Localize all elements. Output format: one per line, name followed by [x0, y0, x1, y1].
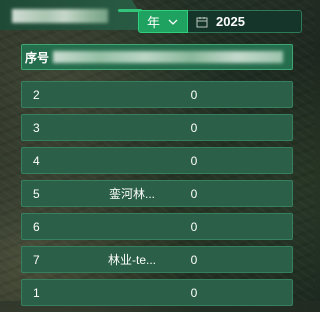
calendar-icon — [196, 16, 208, 27]
row-value: 0 — [190, 285, 198, 300]
table-body: 2 0 3 0 4 0 5 銮河林... 0 6 0 7 林业-te... 0 … — [21, 81, 293, 312]
header-columns-obscured — [53, 51, 284, 63]
row-value: 0 — [190, 186, 198, 201]
row-index: 2 — [33, 87, 40, 102]
chevron-down-icon — [168, 19, 178, 25]
year-value: 2025 — [216, 14, 245, 29]
row-name: 林业-te... — [107, 253, 156, 267]
table-row[interactable]: 1 0 — [21, 279, 293, 306]
panel-title-obscured — [12, 9, 108, 23]
table-row[interactable]: 7 林业-te... 0 — [21, 246, 293, 273]
table-row[interactable]: 5 銮河林... 0 — [21, 180, 293, 207]
period-select[interactable]: 年 — [138, 10, 188, 33]
header-index-label: 序号 — [25, 50, 50, 65]
row-value: 0 — [190, 87, 198, 102]
row-index: 3 — [33, 120, 40, 135]
table-row[interactable]: 4 0 — [21, 147, 293, 174]
row-value: 0 — [190, 252, 198, 267]
table-row[interactable]: 2 0 — [21, 81, 293, 108]
row-value: 0 — [190, 120, 198, 135]
year-picker-input[interactable]: 2025 — [188, 10, 302, 33]
row-value: 0 — [190, 153, 198, 168]
table-header: 序号 — [21, 44, 293, 70]
row-index: 7 — [33, 252, 40, 267]
period-select-label: 年 — [147, 15, 161, 30]
panel-title-tab — [0, 0, 150, 30]
row-index: 5 — [33, 186, 40, 201]
table-row[interactable]: 6 0 — [21, 213, 293, 240]
row-value: 0 — [190, 219, 198, 234]
row-index: 4 — [33, 153, 40, 168]
table-row[interactable]: 3 0 — [21, 114, 293, 141]
row-index: 6 — [33, 219, 40, 234]
row-name: 銮河林... — [108, 187, 155, 201]
row-index: 1 — [33, 285, 40, 300]
